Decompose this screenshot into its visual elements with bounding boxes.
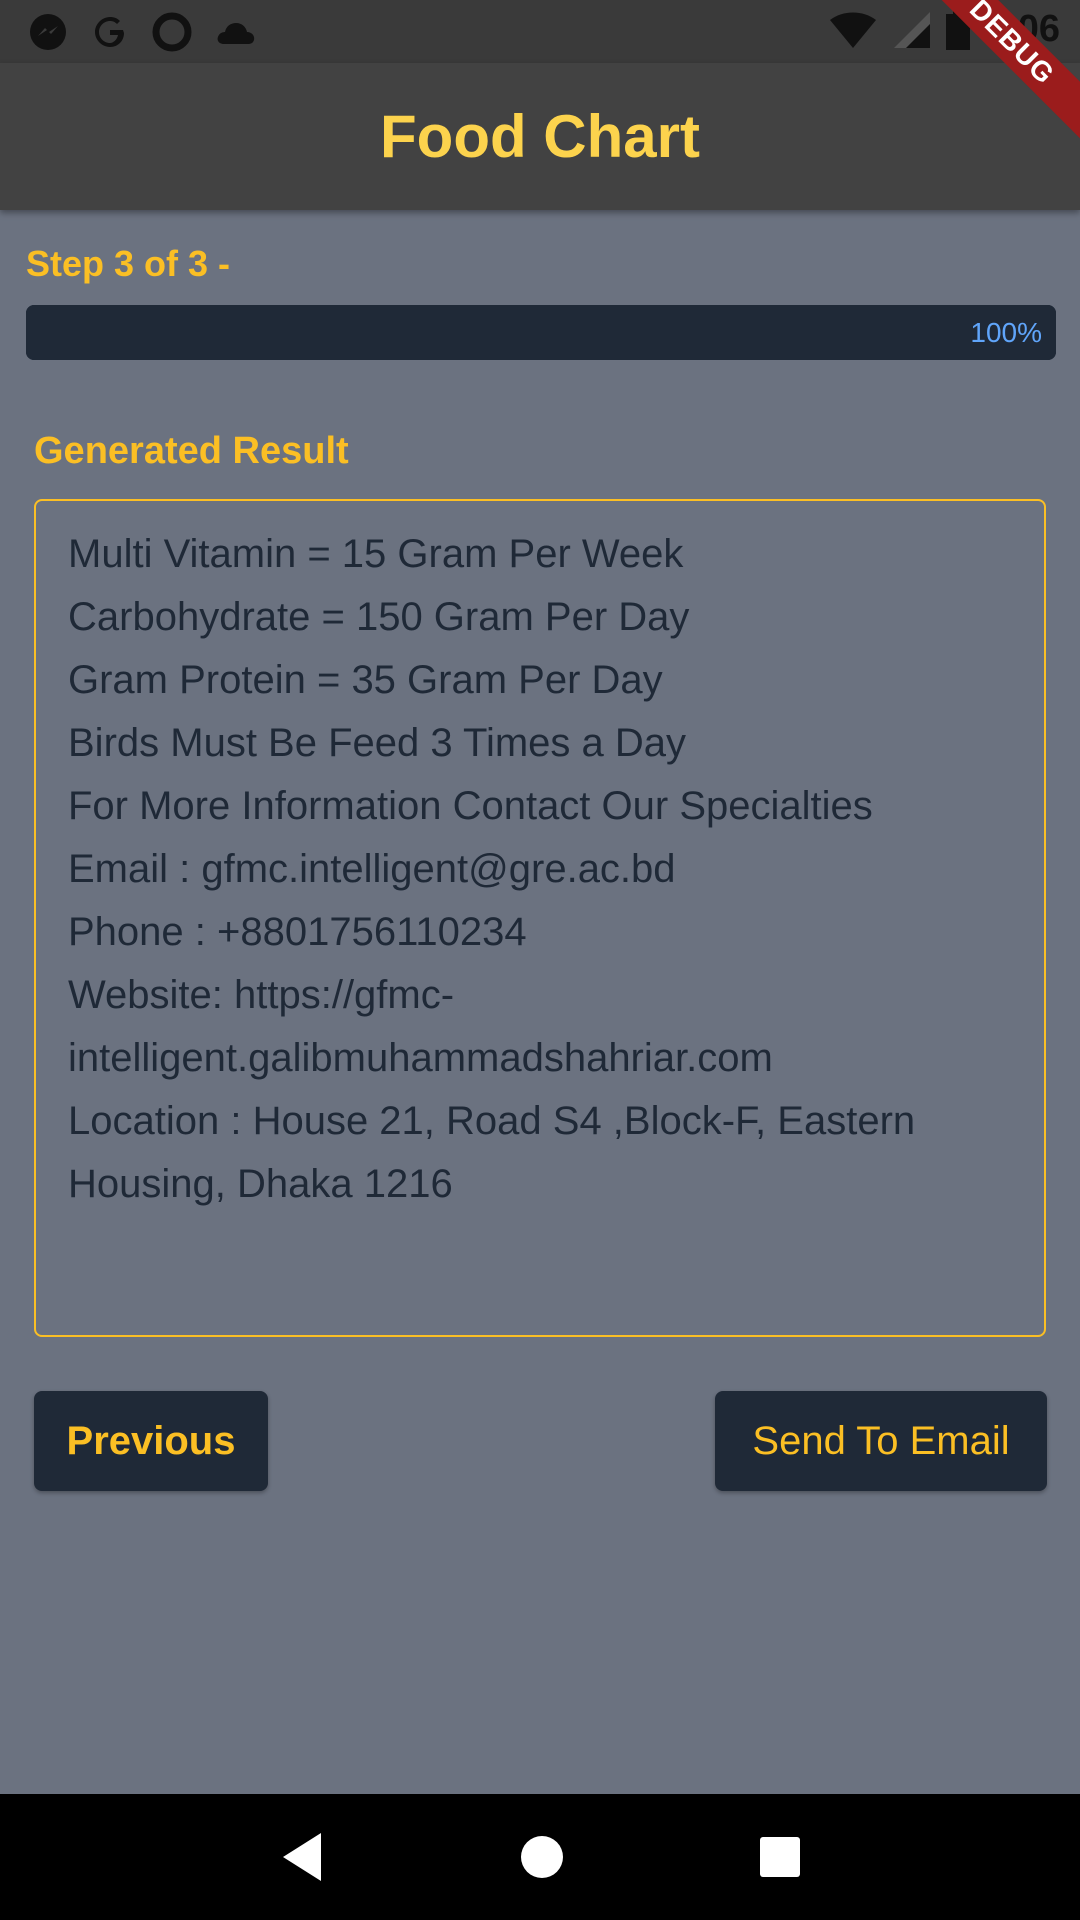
- result-line: Email : gfmc.intelligent@gre.ac.bd: [68, 847, 676, 891]
- result-line: intelligent.galibmuhammadshahriar.com: [68, 1036, 773, 1080]
- home-icon[interactable]: [517, 1832, 567, 1882]
- progress-bar: 100%: [26, 305, 1056, 360]
- result-heading: Generated Result: [34, 430, 349, 472]
- result-line: Phone : +8801756110234: [68, 910, 527, 954]
- recents-icon[interactable]: [757, 1834, 803, 1880]
- signal-icon: [893, 11, 930, 48]
- messenger-icon: [30, 14, 66, 50]
- send-to-email-button[interactable]: Send To Email: [715, 1391, 1047, 1491]
- result-line: For More Information Contact Our Special…: [68, 784, 873, 828]
- previous-button[interactable]: Previous: [34, 1391, 268, 1491]
- progress-fill: [26, 305, 1056, 360]
- result-line: Website: https://gfmc-: [68, 973, 455, 1017]
- result-line: Gram Protein = 35 Gram Per Day: [68, 658, 663, 702]
- result-line: Location : House 21, Road S4 ,Block-F, E…: [68, 1099, 916, 1143]
- result-line: Multi Vitamin = 15 Gram Per Week: [68, 532, 684, 576]
- result-line: Birds Must Be Feed 3 Times a Day: [68, 721, 687, 765]
- page-title: Food Chart: [380, 103, 700, 170]
- app-bar: Food Chart: [0, 63, 1080, 210]
- result-textarea[interactable]: Multi Vitamin = 15 Gram Per Week Carbohyd…: [34, 499, 1046, 1337]
- status-bar: 7:06: [0, 0, 1080, 63]
- cloud-icon: [217, 23, 255, 44]
- navigation-bar: [0, 1794, 1080, 1920]
- back-icon[interactable]: [277, 1829, 327, 1885]
- result-line: Housing, Dhaka 1216: [68, 1162, 453, 1206]
- progress-text: 100%: [970, 317, 1042, 348]
- status-notification-icons: [28, 12, 258, 52]
- google-icon: [95, 17, 124, 47]
- wifi-icon: [829, 12, 876, 48]
- result-line: Carbohydrate = 150 Gram Per Day: [68, 595, 690, 639]
- circle-app-icon: [152, 12, 192, 52]
- step-label: Step 3 of 3 -: [26, 243, 231, 284]
